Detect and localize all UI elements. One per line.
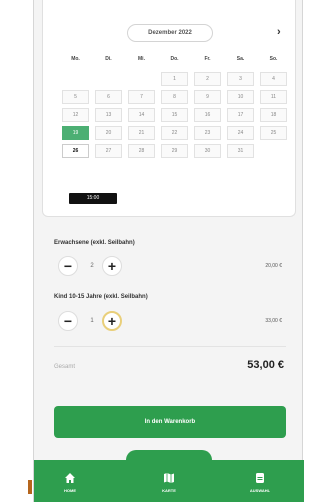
- month-selector[interactable]: Dezember 2022: [127, 24, 213, 42]
- ticket-price-child: 33,00 €: [265, 318, 282, 324]
- calendar-day[interactable]: 29: [161, 144, 188, 158]
- calendar-day[interactable]: 2: [194, 72, 221, 86]
- weekday-label: Di.: [105, 56, 112, 62]
- calendar-day[interactable]: 12: [62, 108, 89, 122]
- app-screen: Dezember 2022 › Mo. Di. Mi. Do. Fr. Sa. …: [33, 0, 304, 502]
- chevron-right-icon[interactable]: ›: [277, 24, 281, 40]
- divider: [54, 346, 286, 347]
- weekday-label: Sa.: [236, 56, 245, 62]
- total-value: 53,00 €: [247, 359, 284, 371]
- calendar-empty-cell: [260, 144, 287, 158]
- calendar-day[interactable]: 7: [128, 90, 155, 104]
- calendar-empty-cell: [62, 72, 89, 86]
- total-label: Gesamt: [54, 364, 76, 370]
- add-to-cart-button[interactable]: In den Warenkorb: [54, 406, 286, 438]
- calendar-day[interactable]: 21: [128, 126, 155, 140]
- nav-label: AUSWAHL: [249, 488, 271, 493]
- nav-item-home[interactable]: HOME: [40, 460, 100, 502]
- map-icon: [164, 473, 174, 483]
- calendar-day[interactable]: 23: [194, 126, 221, 140]
- calendar-day[interactable]: 27: [95, 144, 122, 158]
- quantity-value: 1: [90, 318, 94, 324]
- ticket-price-adult: 20,00 €: [265, 263, 282, 269]
- nav-label: HOME: [64, 488, 76, 493]
- calendar-day[interactable]: 18: [260, 108, 287, 122]
- nav-item-map[interactable]: KARTE: [139, 460, 199, 502]
- calendar-day-today[interactable]: 26: [62, 144, 89, 158]
- calendar-day[interactable]: 3: [227, 72, 254, 86]
- calendar-day[interactable]: 14: [128, 108, 155, 122]
- weekday-label: Do.: [170, 56, 179, 62]
- calendar-day[interactable]: 5: [62, 90, 89, 104]
- calendar-day[interactable]: 6: [95, 90, 122, 104]
- weekday-label: Mo.: [71, 56, 80, 62]
- calendar-day[interactable]: 30: [194, 144, 221, 158]
- calendar-day-selected[interactable]: 19: [62, 126, 89, 140]
- increment-button[interactable]: +: [102, 311, 122, 331]
- calendar-day[interactable]: 22: [161, 126, 188, 140]
- decrement-button[interactable]: −: [58, 256, 78, 276]
- calendar-day[interactable]: 16: [194, 108, 221, 122]
- decorative-mark: [28, 480, 32, 494]
- quantity-value: 2: [90, 263, 94, 269]
- nav-item-selection[interactable]: AUSWAHL: [230, 460, 290, 502]
- calendar-day[interactable]: 20: [95, 126, 122, 140]
- time-slot-button[interactable]: 15:00: [69, 193, 117, 204]
- quantity-stepper-child: − 1 +: [54, 311, 144, 333]
- weekday-label: So.: [269, 56, 278, 62]
- increment-button[interactable]: +: [102, 256, 122, 276]
- ticket-label-adult: Erwachsene (exkl. Seilbahn): [54, 240, 135, 246]
- calendar-day[interactable]: 15: [161, 108, 188, 122]
- bottom-nav: HOME KARTE AUSWAHL: [34, 460, 304, 502]
- calendar-grid: 1 2 3 4 5 6 7 8 9 10 11 12 13 14 15 16 1…: [59, 70, 291, 160]
- calendar-day[interactable]: 31: [227, 144, 254, 158]
- weekday-label: Fr.: [204, 56, 211, 62]
- weekday-header: Mo. Di. Mi. Do. Fr. Sa. So.: [59, 56, 291, 62]
- calendar-day[interactable]: 10: [227, 90, 254, 104]
- calendar-day[interactable]: 28: [128, 144, 155, 158]
- ticket-icon: [256, 473, 264, 483]
- calendar-day[interactable]: 17: [227, 108, 254, 122]
- calendar-day[interactable]: 24: [227, 126, 254, 140]
- calendar-day[interactable]: 13: [95, 108, 122, 122]
- calendar-day[interactable]: 8: [161, 90, 188, 104]
- nav-label: KARTE: [162, 488, 176, 493]
- weekday-label: Mi.: [138, 56, 145, 62]
- decrement-button[interactable]: −: [58, 311, 78, 331]
- calendar-empty-cell: [128, 72, 155, 86]
- calendar-card: Dezember 2022 › Mo. Di. Mi. Do. Fr. Sa. …: [42, 0, 296, 217]
- ticket-label-child: Kind 10-15 Jahre (exkl. Seilbahn): [54, 294, 148, 300]
- calendar-day[interactable]: 25: [260, 126, 287, 140]
- calendar-day[interactable]: 1: [161, 72, 188, 86]
- calendar-day[interactable]: 11: [260, 90, 287, 104]
- calendar-empty-cell: [95, 72, 122, 86]
- calendar-day[interactable]: 4: [260, 72, 287, 86]
- quantity-stepper-adult: − 2 +: [54, 256, 144, 278]
- calendar-day[interactable]: 9: [194, 90, 221, 104]
- home-icon: [65, 473, 75, 483]
